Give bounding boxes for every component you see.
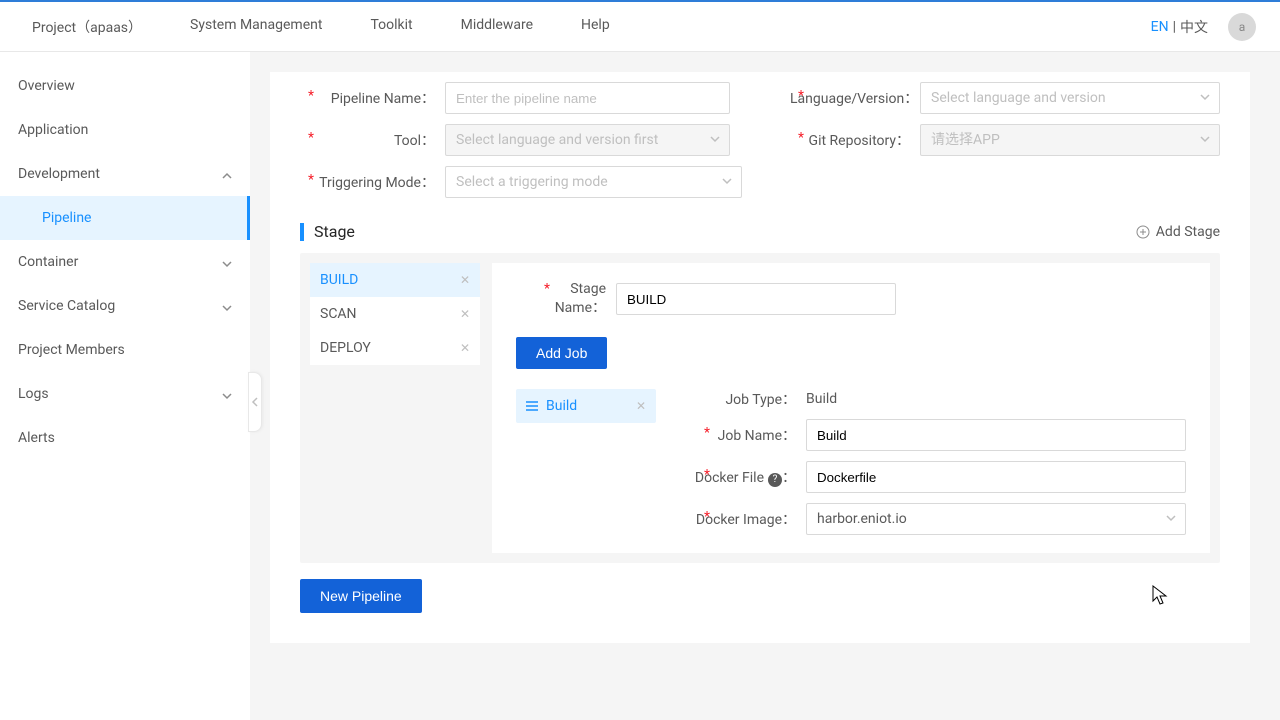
language-version-label: Language/Version： [790,88,920,108]
nav-project[interactable]: Project（apaas） [32,17,142,37]
stage-tabs: BUILD ✕ SCAN ✕ DEPLOY ✕ [310,263,480,553]
sidebar-label: Project Members [18,342,125,358]
language-version-select[interactable]: Select language and version [920,82,1220,114]
add-job-button[interactable]: Add Job [516,337,607,369]
stage-tab-label: DEPLOY [320,340,371,356]
nav-toolkit[interactable]: Toolkit [370,17,412,37]
sidebar-item-application[interactable]: Application [0,108,250,152]
pipeline-name-label: Pipeline Name： [300,88,445,108]
pipeline-form-card: Pipeline Name： Language/Version： Select … [270,72,1250,643]
new-pipeline-button[interactable]: New Pipeline [300,579,422,613]
job-type-value: Build [806,391,837,407]
close-icon[interactable]: ✕ [636,399,646,413]
nav-system-management[interactable]: System Management [190,17,322,37]
lang-en[interactable]: EN [1151,19,1169,35]
sidebar-label: Overview [18,78,75,94]
stage-body: BUILD ✕ SCAN ✕ DEPLOY ✕ Stage Name： [300,253,1220,563]
sidebar-label: Application [18,122,88,138]
close-icon[interactable]: ✕ [460,307,470,321]
stage-name-input[interactable] [616,283,896,315]
chevron-down-icon [222,257,232,267]
sidebar-item-logs[interactable]: Logs [0,372,250,416]
lang-separator: | [1173,19,1176,35]
sidebar-label: Alerts [18,430,55,446]
job-tab-build[interactable]: Build ✕ [516,389,656,423]
top-nav: Project（apaas） System Management Toolkit… [32,17,1151,37]
close-icon[interactable]: ✕ [460,341,470,355]
avatar[interactable]: a [1228,13,1256,41]
sidebar-label: Container [18,254,78,270]
stage-tab-label: SCAN [320,306,357,322]
nav-middleware[interactable]: Middleware [461,17,533,37]
select-placeholder: 请选择APP [931,132,1000,148]
stage-content: Stage Name： Add Job Build ✕ [492,263,1210,553]
tool-select[interactable]: Select language and version first [445,124,730,156]
add-stage-label: Add Stage [1156,224,1220,240]
docker-image-select[interactable]: harbor.eniot.io [806,503,1186,535]
triggering-mode-label: Triggering Mode： [300,172,445,192]
sidebar-sub-pipeline[interactable]: Pipeline [0,196,250,240]
top-header: Project（apaas） System Management Toolkit… [0,0,1280,52]
tool-label: Tool： [300,130,445,150]
docker-image-label: Docker Image： [686,509,806,529]
plus-circle-icon [1136,225,1150,239]
stage-name-label: Stage Name： [516,281,616,317]
sidebar-item-alerts[interactable]: Alerts [0,416,250,460]
triggering-mode-select[interactable]: Select a triggering mode [445,166,742,198]
sidebar-label: Development [18,166,100,182]
chevron-down-icon [222,389,232,399]
stage-tab-label: BUILD [320,272,358,288]
job-tab-label: Build [546,398,577,414]
job-name-input[interactable] [806,419,1186,451]
sidebar-collapse-handle[interactable] [248,372,262,432]
close-icon[interactable]: ✕ [460,273,470,287]
chevron-down-icon [222,301,232,311]
stage-tab-build[interactable]: BUILD ✕ [310,263,480,297]
lang-zh[interactable]: 中文 [1180,17,1208,37]
git-repository-select[interactable]: 请选择APP [920,124,1220,156]
sidebar-item-container[interactable]: Container [0,240,250,284]
add-stage-button[interactable]: Add Stage [1136,224,1220,240]
sidebar: Overview Application Development Pipelin… [0,52,250,720]
main-content: Pipeline Name： Language/Version： Select … [250,52,1280,720]
stage-title-bar [300,223,304,241]
sidebar-label: Logs [18,386,49,402]
nav-help[interactable]: Help [581,17,610,37]
docker-file-label: Docker File?： [686,467,806,487]
docker-file-input[interactable] [806,461,1186,493]
job-tabs: Build ✕ [516,389,656,535]
select-placeholder: Select a triggering mode [456,174,608,190]
language-switch: EN | 中文 [1151,17,1208,37]
select-value: harbor.eniot.io [817,511,907,527]
job-type-label: Job Type： [686,389,806,409]
stage-tab-deploy[interactable]: DEPLOY ✕ [310,331,480,365]
sidebar-label: Service Catalog [18,298,115,314]
sidebar-item-service-catalog[interactable]: Service Catalog [0,284,250,328]
job-form: Job Type： Build Job Name： Docker File?： [686,389,1186,535]
chevron-left-icon [251,397,259,407]
git-repository-label: Git Repository： [790,130,920,150]
chevron-up-icon [222,169,232,179]
help-icon[interactable]: ? [768,473,782,487]
sidebar-item-development[interactable]: Development [0,152,250,196]
job-name-label: Job Name： [686,425,806,445]
pipeline-name-input[interactable] [445,82,730,114]
select-placeholder: Select language and version [931,90,1106,106]
list-icon [526,401,538,411]
stage-section-title: Stage [314,222,355,241]
select-placeholder: Select language and version first [456,132,658,148]
stage-tab-scan[interactable]: SCAN ✕ [310,297,480,331]
sidebar-item-project-members[interactable]: Project Members [0,328,250,372]
sidebar-item-overview[interactable]: Overview [0,64,250,108]
